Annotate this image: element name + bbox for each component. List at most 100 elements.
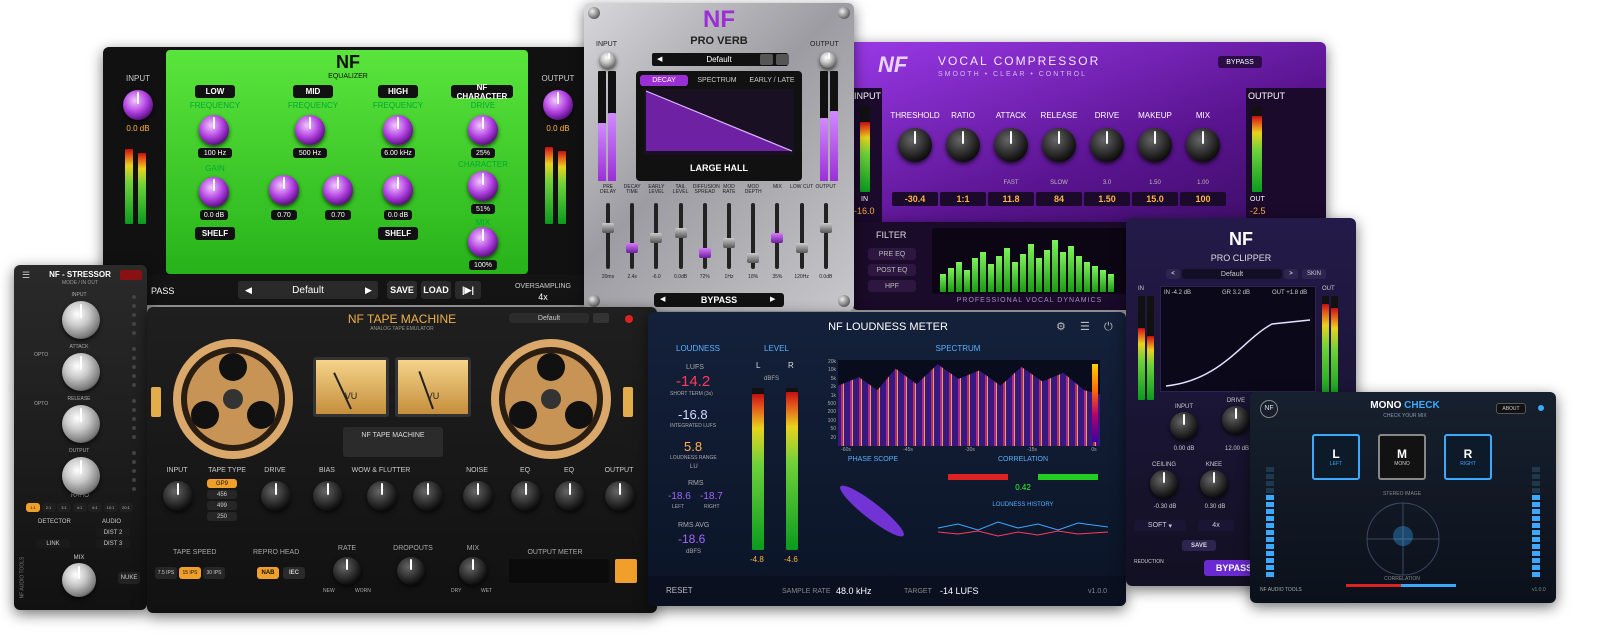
tape-knob[interactable]	[555, 481, 585, 511]
tape-type-option[interactable]: 499	[207, 501, 237, 510]
eq-bypass-label[interactable]: PASS	[151, 287, 174, 296]
tape-knob[interactable]	[605, 481, 635, 511]
verb-fader-track[interactable]	[698, 203, 711, 269]
verb-fader-track[interactable]	[626, 203, 639, 269]
verb-input-knob[interactable]	[600, 52, 616, 68]
stressor-nuke-button[interactable]: NUKE	[118, 572, 140, 584]
tape-power-icon[interactable]	[625, 315, 633, 323]
eq-save-button[interactable]: SAVE	[387, 281, 417, 299]
vc-filter-hpf[interactable]: HPF	[868, 280, 916, 292]
stressor-ratio-button[interactable]: 20:1	[119, 503, 133, 512]
tape-knob[interactable]	[313, 481, 343, 511]
verb-compare-button[interactable]	[776, 54, 789, 65]
verb-tab-decay[interactable]: DECAY	[640, 75, 688, 86]
tape-speed-button[interactable]: 15 IPS	[179, 567, 201, 579]
loud-sample-rate-value[interactable]: 48.0 kHz	[836, 587, 872, 596]
eq-input-knob[interactable]	[123, 90, 153, 120]
verb-fader-cap[interactable]	[723, 238, 735, 248]
eq-output-knob[interactable]	[543, 90, 573, 120]
eq-load-button[interactable]: LOAD	[421, 281, 451, 299]
stressor-output-knob[interactable]	[62, 457, 100, 495]
loud-settings-icon[interactable]: ⚙	[1056, 322, 1066, 333]
vc-attack-knob[interactable]	[994, 128, 1028, 162]
vc-bypass-button[interactable]: BYPASS	[1218, 56, 1262, 68]
verb-tab-early-late[interactable]: EARLY / LATE	[744, 75, 800, 86]
verb-fader-cap[interactable]	[602, 223, 614, 233]
eq-high-shelf-button[interactable]: SHELF	[378, 227, 418, 240]
verb-fader-cap[interactable]	[771, 233, 784, 243]
clip-skin-button[interactable]: SKIN	[1302, 269, 1326, 279]
verb-fader-track[interactable]	[819, 203, 832, 269]
mono-about-button[interactable]: ABOUT	[1496, 403, 1526, 414]
verb-ab-button[interactable]	[760, 54, 773, 65]
tape-dropouts-knob[interactable]	[397, 557, 425, 585]
stressor-menu-icon[interactable]: ☰	[22, 271, 30, 280]
stressor-ratio-button[interactable]: 3:1	[57, 503, 71, 512]
eq-band-mid[interactable]: MID	[293, 85, 333, 98]
tape-knob[interactable]	[511, 481, 541, 511]
verb-bypass-next-icon[interactable]: ▶	[770, 296, 775, 303]
eq-drive-knob[interactable]	[468, 115, 498, 145]
tape-knob[interactable]	[367, 481, 397, 511]
clip-knee-knob[interactable]	[1200, 470, 1228, 498]
loud-target-value[interactable]: -14 LUFS	[940, 587, 979, 596]
eq-character-knob[interactable]	[468, 171, 498, 201]
tape-settings-button[interactable]	[593, 313, 609, 323]
tape-mix-knob[interactable]	[459, 557, 487, 585]
tape-preset[interactable]: Default	[509, 313, 589, 323]
verb-output-knob[interactable]	[820, 52, 836, 68]
eq-mid-gain-knob[interactable]	[323, 175, 353, 205]
vc-threshold-knob[interactable]	[898, 128, 932, 162]
verb-fader-track[interactable]	[602, 203, 614, 269]
vc-makeup-knob[interactable]	[1138, 128, 1172, 162]
clip-save-button[interactable]: SAVE	[1182, 540, 1216, 551]
stressor-dist3-button[interactable]: DIST 3	[96, 539, 130, 548]
verb-fader-track[interactable]	[747, 203, 760, 269]
verb-fader-track[interactable]	[795, 203, 808, 269]
clip-mode-select[interactable]: SOFT ▾	[1134, 520, 1186, 531]
stressor-ratio-button[interactable]: 6:1	[88, 503, 102, 512]
stressor-bypass-button[interactable]	[120, 270, 142, 280]
verb-fader-cap[interactable]	[650, 233, 663, 243]
tape-head-iec[interactable]: IEC	[283, 567, 305, 579]
mono-left-button[interactable]: L LEFT	[1312, 434, 1360, 480]
vc-ratio-knob[interactable]	[946, 128, 980, 162]
loud-power-icon[interactable]: ⏻	[1104, 322, 1113, 333]
eq-low-shelf-button[interactable]: SHELF	[195, 227, 235, 240]
verb-fader-track[interactable]	[650, 203, 663, 269]
tape-type-option[interactable]: 250	[207, 512, 237, 521]
vc-filter-pre-eq[interactable]: PRE EQ	[868, 248, 916, 260]
eq-band-character[interactable]: NF CHARACTER	[451, 83, 513, 101]
clip-input-knob[interactable]	[1170, 412, 1198, 440]
eq-band-low[interactable]: LOW	[195, 85, 235, 98]
stressor-link-button[interactable]: LINK	[36, 539, 70, 548]
eq-low-gain-knob[interactable]	[199, 177, 229, 207]
verb-tab-spectrum[interactable]: SPECTRUM	[692, 75, 742, 86]
eq-high-gain-knob[interactable]	[383, 175, 413, 205]
stressor-release-knob[interactable]	[62, 405, 100, 443]
vc-drive-knob[interactable]	[1090, 128, 1124, 162]
tape-speed-button[interactable]: 30 IPS	[203, 567, 225, 579]
eq-ab-button[interactable]: |▶|	[455, 281, 481, 299]
tape-knob[interactable]	[163, 481, 193, 511]
clip-os-select[interactable]: 4x	[1198, 520, 1234, 531]
verb-bypass-prev-icon[interactable]: ◀	[660, 296, 665, 303]
loud-reset-button[interactable]: RESET	[666, 587, 693, 595]
verb-fader-cap[interactable]	[795, 243, 808, 253]
verb-bypass-button[interactable]: BYPASS	[684, 293, 754, 307]
stressor-ratio-button[interactable]: 2:1	[41, 503, 56, 512]
verb-fader-cap[interactable]	[626, 243, 639, 253]
eq-oversampling-value[interactable]: 4x	[508, 293, 578, 302]
eq-preset-prev-icon[interactable]: ◀	[245, 286, 252, 295]
clip-drive-knob[interactable]	[1222, 406, 1250, 434]
eq-mid-freq-knob[interactable]	[295, 115, 325, 145]
tape-knob[interactable]	[463, 481, 493, 511]
verb-fader-cap[interactable]	[819, 223, 832, 233]
tape-rate-knob[interactable]	[333, 557, 361, 585]
verb-fader-track[interactable]	[771, 203, 784, 269]
vc-release-knob[interactable]	[1042, 128, 1076, 162]
stressor-ratio-button[interactable]: 1:1	[26, 503, 40, 512]
stressor-dist2-button[interactable]: DIST 2	[96, 528, 130, 537]
tape-type-option[interactable]: GP9	[207, 479, 237, 488]
tape-head-nab[interactable]: NAB	[257, 567, 279, 579]
